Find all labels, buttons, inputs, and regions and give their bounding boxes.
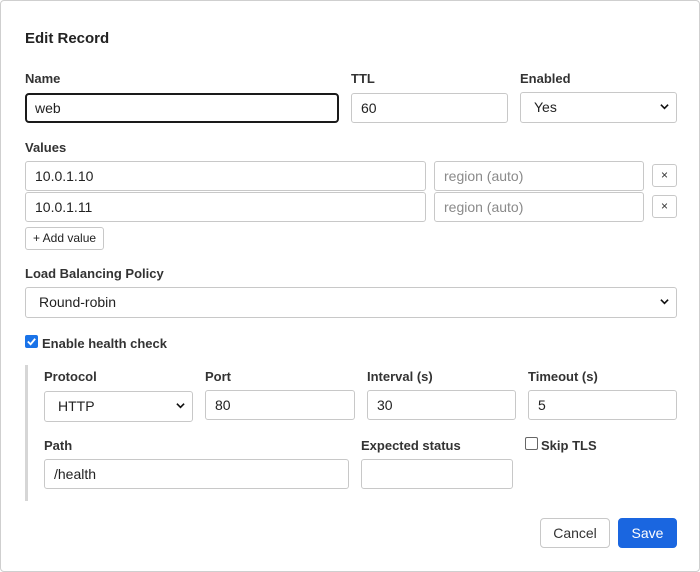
chevron-down-icon xyxy=(660,104,669,110)
chevron-down-icon xyxy=(660,299,669,305)
interval-input[interactable]: 30 xyxy=(367,390,516,420)
dialog-title: Edit Record xyxy=(25,30,110,47)
port-label: Port xyxy=(205,369,231,384)
port-input[interactable]: 80 xyxy=(205,390,355,420)
load-balancing-select[interactable]: Round-robin xyxy=(25,287,677,318)
skip-tls-checkbox[interactable] xyxy=(525,437,538,450)
interval-label: Interval (s) xyxy=(367,369,433,384)
region-input[interactable]: region (auto) xyxy=(434,161,644,191)
add-value-button[interactable]: + Add value xyxy=(25,227,105,250)
path-input[interactable]: /health xyxy=(44,459,349,489)
value-input[interactable]: 10.0.1.10 xyxy=(25,161,426,191)
protocol-select[interactable]: HTTP xyxy=(44,391,193,422)
health-check-section-border xyxy=(25,365,28,501)
remove-value-button[interactable]: × xyxy=(652,164,677,187)
expected-status-input[interactable] xyxy=(361,459,513,489)
load-balancing-label: Load Balancing Policy xyxy=(25,266,164,281)
path-label: Path xyxy=(44,438,73,453)
edit-record-dialog: Edit Record Name web TTL 60 Enabled Yes … xyxy=(0,0,700,572)
region-input[interactable]: region (auto) xyxy=(434,192,644,222)
enable-health-check-label: Enable health check xyxy=(42,336,167,351)
protocol-select-value: HTTP xyxy=(58,398,95,414)
value-input[interactable]: 10.0.1.11 xyxy=(25,192,426,222)
enabled-label: Enabled xyxy=(520,71,571,86)
timeout-label: Timeout (s) xyxy=(528,369,598,384)
timeout-input[interactable]: 5 xyxy=(528,390,677,420)
skip-tls-label: Skip TLS xyxy=(541,438,597,453)
close-icon: × xyxy=(660,199,668,213)
check-icon xyxy=(27,338,36,346)
protocol-label: Protocol xyxy=(44,369,97,384)
load-balancing-select-value: Round-robin xyxy=(39,294,117,310)
cancel-button[interactable]: Cancel xyxy=(540,518,610,548)
chevron-down-icon xyxy=(176,403,185,409)
ttl-label: TTL xyxy=(351,71,375,86)
values-label: Values xyxy=(25,140,67,155)
close-icon: × xyxy=(660,168,668,182)
name-label: Name xyxy=(25,71,61,86)
ttl-input[interactable]: 60 xyxy=(351,93,508,123)
enable-health-check-checkbox[interactable] xyxy=(25,335,38,348)
save-button[interactable]: Save xyxy=(618,518,677,548)
enabled-select[interactable]: Yes xyxy=(520,92,677,123)
enabled-select-value: Yes xyxy=(534,99,557,115)
expected-status-label: Expected status xyxy=(361,438,461,453)
remove-value-button[interactable]: × xyxy=(652,195,677,218)
name-input[interactable]: web xyxy=(25,93,339,123)
